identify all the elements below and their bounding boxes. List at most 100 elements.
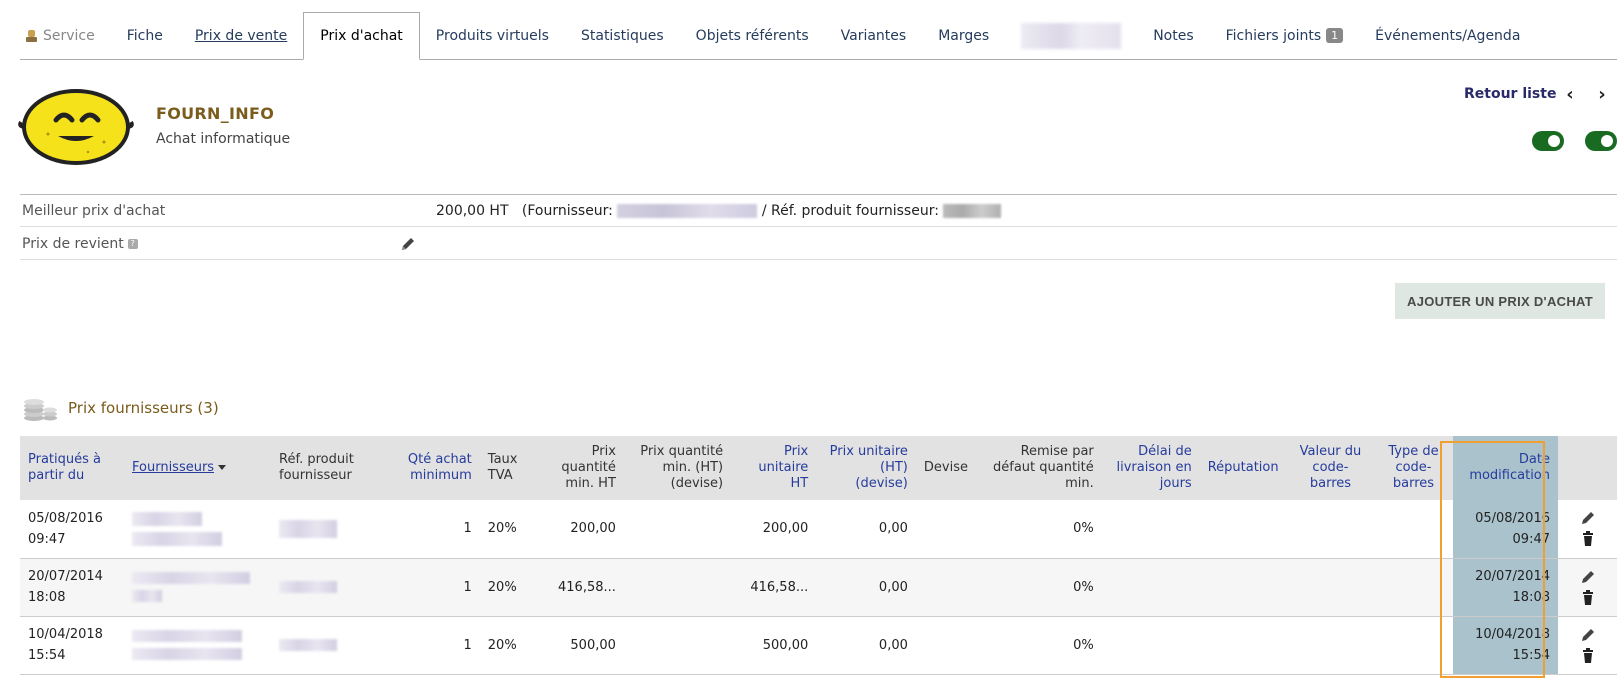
edit-icon[interactable] xyxy=(1580,627,1596,643)
tab-label: Objets référents xyxy=(695,27,809,44)
edit-cost-price-icon[interactable] xyxy=(400,236,416,252)
next-record-icon[interactable]: › xyxy=(1592,82,1612,106)
status-sell-toggle[interactable] xyxy=(1532,131,1564,151)
edit-icon[interactable] xyxy=(1580,569,1596,585)
tab-produits-virtuels[interactable]: Produits virtuels xyxy=(420,12,565,59)
table-row: 20/07/2014 18:08 1 20% 416,58... 416,58..… xyxy=(20,558,1617,617)
cost-price-row: Prix de revient? xyxy=(20,228,1617,260)
redacted-supplier-name[interactable] xyxy=(617,204,758,218)
col-unit-price-currency[interactable]: Prix unitaire (HT) (devise) xyxy=(816,436,916,500)
tab-evenements-agenda[interactable]: Événements/Agenda xyxy=(1359,12,1536,59)
cell-delivery xyxy=(1101,616,1200,675)
time: 09:47 xyxy=(28,531,66,547)
table-row: 10/04/2018 15:54 1 20% 500,00 500,00 0,00… xyxy=(20,616,1617,675)
delete-icon[interactable] xyxy=(1580,589,1596,606)
redacted-supplier-line2 xyxy=(132,531,222,546)
tab-objets-referents[interactable]: Objets référents xyxy=(680,12,825,59)
redacted-supplier[interactable] xyxy=(132,630,242,642)
cell-discount: 0% xyxy=(975,558,1102,617)
redacted-supplier[interactable] xyxy=(132,572,250,584)
table-row: 05/08/2016 09:47 1 20% 200,00 200,00 0,00… xyxy=(20,500,1617,559)
date: 10/04/2018 xyxy=(28,627,103,642)
col-date-modification[interactable]: Date modification xyxy=(1452,436,1558,500)
cell-vat: 20% xyxy=(479,500,541,559)
redacted-ref xyxy=(279,639,337,651)
col-qty-min[interactable]: Qté achat minimum xyxy=(392,436,480,500)
cell-price-qty-currency xyxy=(623,500,732,559)
cost-price-label: Prix de revient? xyxy=(22,236,138,252)
edit-icon[interactable] xyxy=(1580,510,1596,526)
tab-fiche[interactable]: Fiche xyxy=(111,12,179,59)
col-price-qty-currency: Prix quantité min. (HT) (devise) xyxy=(623,436,732,500)
redacted-ref xyxy=(279,581,337,593)
tab-label: Fichiers joints xyxy=(1225,27,1322,44)
tab-label: Prix d'achat xyxy=(320,28,403,44)
tab-label: Prix de vente xyxy=(194,27,288,44)
tab-marges[interactable]: Marges xyxy=(922,12,1005,59)
product-image-lemon xyxy=(18,86,134,168)
previous-record-icon[interactable]: ‹ xyxy=(1560,82,1580,106)
coins-icon xyxy=(22,396,58,422)
col-vat: Taux TVA xyxy=(479,436,541,500)
cell-date-from: 10/04/2018 15:54 xyxy=(20,616,124,675)
product-ref: FOURN_INFO xyxy=(156,104,275,123)
product-label: Achat informatique xyxy=(156,131,291,147)
cell-date-from: 20/07/2014 18:08 xyxy=(20,558,124,617)
tab-statistiques[interactable]: Statistiques xyxy=(565,12,680,59)
col-reputation[interactable]: Réputation xyxy=(1199,436,1287,500)
cell-qty: 1 xyxy=(392,558,480,617)
tab-notes[interactable]: Notes xyxy=(1137,12,1209,59)
status-buy-toggle[interactable] xyxy=(1585,131,1617,151)
back-to-list-link[interactable]: Retour liste xyxy=(1464,86,1556,102)
cell-actions xyxy=(1558,616,1617,675)
delete-icon[interactable] xyxy=(1580,647,1596,664)
col-barcode[interactable]: Valeur du code-barres xyxy=(1286,436,1375,500)
cell-barcode-type xyxy=(1374,500,1453,559)
cell-barcode xyxy=(1286,500,1375,559)
cell-price-qty-currency xyxy=(623,558,732,617)
time: 18:08 xyxy=(1512,590,1550,605)
tab-fichiers-joints[interactable]: Fichiers joints 1 xyxy=(1210,12,1360,59)
redacted-supplier-ref xyxy=(943,204,1002,218)
col-actions xyxy=(1558,436,1617,500)
col-unit-price[interactable]: Prix unitaire HT xyxy=(731,436,817,500)
time: 09:47 xyxy=(1512,531,1550,547)
time: 18:08 xyxy=(28,590,66,605)
tab-prix-de-vente[interactable]: Prix de vente xyxy=(179,12,303,59)
cell-supplier[interactable] xyxy=(124,616,271,675)
cost-price-text: Prix de revient xyxy=(22,236,124,252)
col-supplier[interactable]: Fournisseurs xyxy=(124,436,271,500)
table-header-row: Pratiqués à partir du Fournisseurs Réf. … xyxy=(20,436,1617,500)
cell-barcode xyxy=(1286,558,1375,617)
service-icon xyxy=(25,29,38,43)
redacted-supplier[interactable] xyxy=(132,511,202,526)
tab-prix-d-achat[interactable]: Prix d'achat xyxy=(303,12,420,60)
time: 15:54 xyxy=(1512,648,1550,663)
col-date-from[interactable]: Pratiqués à partir du xyxy=(20,436,124,500)
cell-actions xyxy=(1558,500,1617,559)
help-icon[interactable]: ? xyxy=(127,239,138,249)
tab-variantes[interactable]: Variantes xyxy=(825,12,923,59)
cell-delivery xyxy=(1101,500,1200,559)
col-price-qty: Prix quantité min. HT xyxy=(540,436,624,500)
tab-service[interactable]: Service xyxy=(20,12,111,59)
tab-redacted[interactable] xyxy=(1005,12,1137,59)
best-price-ref-prefix: / Réf. produit fournisseur: xyxy=(761,203,939,219)
cell-price-qty: 200,00 xyxy=(540,500,624,559)
delete-icon[interactable] xyxy=(1580,531,1596,547)
col-barcode-type[interactable]: Type de code-barres xyxy=(1374,436,1453,500)
cell-reputation xyxy=(1199,616,1287,675)
cell-vat: 20% xyxy=(479,616,541,675)
best-price-value: 200,00 HT (Fournisseur: / Réf. produit f… xyxy=(436,203,1002,219)
cell-supplier[interactable] xyxy=(124,558,271,617)
cell-discount: 0% xyxy=(975,500,1102,559)
add-purchase-price-button[interactable]: AJOUTER UN PRIX D'ACHAT xyxy=(1395,283,1605,319)
col-delivery[interactable]: Délai de livraison en jours xyxy=(1101,436,1200,500)
supplier-prices-table: Pratiqués à partir du Fournisseurs Réf. … xyxy=(20,436,1617,675)
redacted-supplier-line2 xyxy=(132,648,242,660)
tab-bar: Service Fiche Prix de vente Prix d'achat… xyxy=(20,12,1617,60)
cell-supplier[interactable] xyxy=(124,500,271,559)
col-supplier-label[interactable]: Fournisseurs xyxy=(132,460,214,475)
cell-date-modification: 05/08/2016 09:47 xyxy=(1452,500,1558,559)
date: 05/08/2016 xyxy=(1475,510,1550,526)
